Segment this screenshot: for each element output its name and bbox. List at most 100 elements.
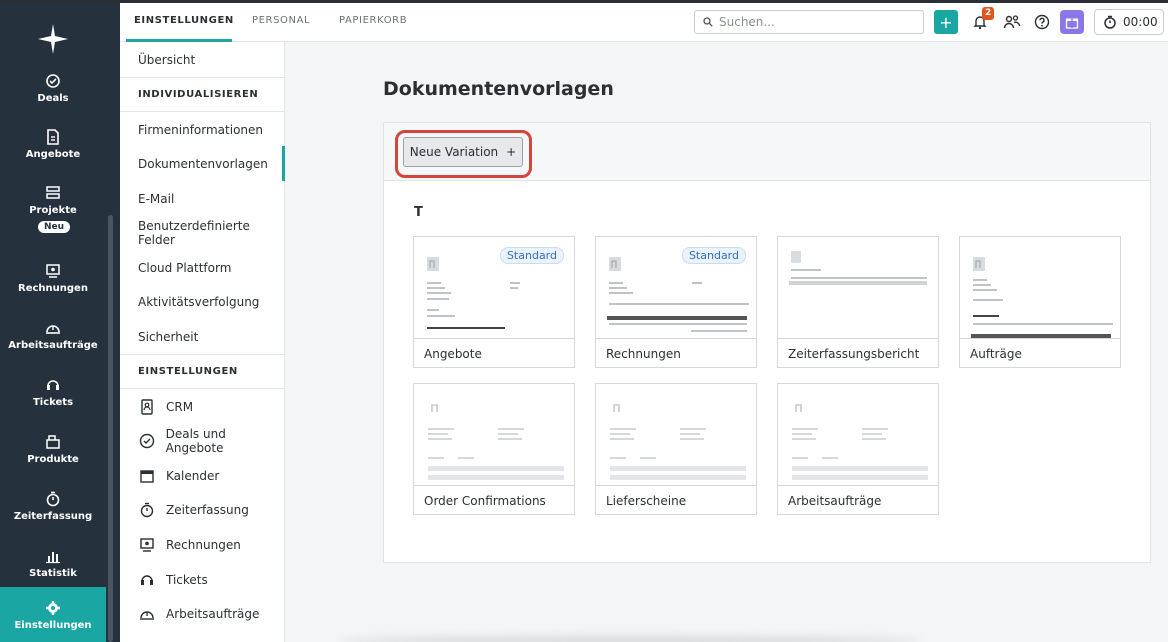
search-box[interactable] — [694, 10, 924, 34]
section-individualisieren: INDIVIDUALISIEREN — [120, 77, 285, 112]
timer-button[interactable]: 00:00 — [1094, 9, 1164, 35]
subnav-item-tickets[interactable]: Tickets — [120, 562, 285, 597]
subnav-item-crm[interactable]: CRM — [120, 389, 285, 424]
subnav-label: Tickets — [166, 572, 208, 587]
subnav-item-deals-und-angebote[interactable]: Deals und Angebote — [120, 423, 285, 458]
template-name: Order Confirmations — [424, 494, 546, 508]
nav-item-arbeitsauftraege[interactable]: Arbeitsaufträge — [0, 309, 106, 361]
document-preview — [960, 237, 1120, 339]
template-card-auftraege[interactable]: Aufträge — [959, 236, 1121, 368]
document-icon — [44, 128, 62, 146]
subnav-item-kalender[interactable]: Kalender — [120, 458, 285, 493]
nav-label: Statistik — [29, 568, 77, 579]
settings-subnav: Übersicht INDIVIDUALISIEREN Firmeninform… — [120, 42, 285, 642]
add-button[interactable]: + — [934, 10, 958, 34]
tab-papierkorb[interactable]: PAPIERKORB — [339, 15, 407, 26]
nav-item-einstellungen[interactable]: Einstellungen — [0, 587, 106, 642]
tab-einstellungen[interactable]: EINSTELLUNGEN — [134, 15, 234, 26]
top-bar: EINSTELLUNGEN PERSONAL PAPIERKORB + 2 00… — [0, 0, 1168, 42]
bottom-shadow — [340, 636, 920, 642]
gear-icon — [44, 599, 62, 617]
hardhat-icon — [138, 605, 156, 623]
subnav-label: Zeiterfassung — [166, 502, 249, 517]
subnav-item-zeiterfassung[interactable]: Zeiterfassung — [120, 492, 285, 527]
tab-personal[interactable]: PERSONAL — [252, 15, 310, 26]
subnav-label: Aktivitätsverfolgung — [138, 294, 260, 309]
template-card-rechnungen[interactable]: Standard Rechnungen — [595, 236, 757, 368]
document-preview — [596, 384, 756, 486]
nav-item-projekte[interactable]: Projekte — [0, 174, 106, 226]
subnav-item-aktivitaetsverfolgung[interactable]: Aktivitätsverfolgung — [120, 284, 285, 319]
template-card-lieferscheine[interactable]: Lieferscheine — [595, 383, 757, 515]
new-variation-button[interactable]: Neue Variation + — [403, 137, 523, 167]
nav-label: Angebote — [25, 149, 81, 160]
nav-item-zeiterfassung[interactable]: Zeiterfassung — [0, 480, 106, 532]
nav-item-deals[interactable]: Deals — [0, 62, 106, 114]
bar-chart-icon — [44, 547, 62, 565]
nav-scrollbar[interactable] — [108, 215, 113, 642]
subnav-item-arbeitsauftraege[interactable]: Arbeitsaufträge — [120, 596, 285, 631]
products-icon — [44, 433, 62, 451]
nav-item-produkte[interactable]: Produkte — [0, 423, 106, 475]
stopwatch-icon — [138, 501, 156, 519]
subnav-item-benutzerdefinierte-felder[interactable]: Benutzerdefinierte Felder — [120, 215, 285, 250]
nav-label: Produkte — [27, 454, 79, 465]
address-book-icon — [138, 398, 156, 416]
subnav-item-dokumentenvorlagen[interactable]: Dokumentenvorlagen — [120, 146, 285, 181]
subnav-item-cloud-plattform[interactable]: Cloud Plattform — [120, 250, 285, 285]
document-preview — [778, 384, 938, 486]
team-button[interactable] — [1000, 10, 1024, 34]
subnav-label: E-Mail — [138, 191, 175, 206]
template-card-arbeitsauftraege[interactable]: Arbeitsaufträge — [777, 383, 939, 515]
users-icon — [1003, 15, 1021, 29]
plus-icon: + — [939, 12, 953, 32]
document-preview — [778, 237, 938, 339]
template-name: Arbeitsaufträge — [788, 494, 882, 508]
hardhat-icon — [44, 319, 62, 337]
nav-item-tickets[interactable]: Tickets — [0, 366, 106, 418]
gift-button[interactable] — [1060, 10, 1084, 34]
subnav-label: CRM — [166, 399, 194, 414]
stopwatch-icon — [44, 490, 62, 508]
deals-icon — [44, 72, 62, 90]
logo-placeholder-icon — [427, 257, 439, 271]
logo-placeholder-icon — [613, 404, 620, 412]
app-logo[interactable] — [36, 22, 70, 56]
template-card-order-confirmations[interactable]: Order Confirmations — [413, 383, 575, 515]
template-card-angebote[interactable]: Standard Angebote — [413, 236, 575, 368]
section-label: INDIVIDUALISIEREN — [138, 89, 259, 100]
subnav-item-sicherheit[interactable]: Sicherheit — [120, 319, 285, 354]
subnav-item-uebersicht[interactable]: Übersicht — [120, 42, 285, 77]
template-card-zeiterfassungsbericht[interactable]: Zeiterfassungsbericht — [777, 236, 939, 368]
subnav-item-email[interactable]: E-Mail — [120, 181, 285, 216]
nav-item-rechnungen[interactable]: Rechnungen — [0, 252, 106, 304]
invoice-icon — [138, 536, 156, 554]
template-name: Rechnungen — [606, 347, 681, 361]
subnav-label: Sicherheit — [138, 329, 199, 344]
nav-item-statistik[interactable]: Statistik — [0, 537, 106, 589]
help-icon — [1034, 14, 1050, 30]
subnav-label: Übersicht — [138, 52, 196, 67]
document-preview: Standard — [414, 237, 574, 339]
subnav-label: Cloud Plattform — [138, 260, 232, 275]
nav-label: Projekte — [29, 205, 77, 216]
projects-icon — [44, 184, 62, 202]
search-input[interactable] — [719, 15, 909, 29]
nav-item-angebote[interactable]: Angebote — [0, 118, 106, 170]
nav-label: Rechnungen — [18, 283, 88, 294]
check-circle-icon — [138, 432, 156, 450]
subnav-label: Rechnungen — [166, 537, 241, 552]
subnav-label: Firmeninformationen — [138, 122, 264, 137]
help-button[interactable] — [1030, 10, 1054, 34]
section-einstellungen: EINSTELLUNGEN — [120, 354, 285, 389]
panel-toolbar: Neue Variation + — [384, 123, 1150, 181]
plus-icon: + — [506, 145, 517, 159]
section-label: EINSTELLUNGEN — [138, 366, 238, 377]
subnav-item-firmeninformationen[interactable]: Firmeninformationen — [120, 112, 285, 147]
templates-panel: Neue Variation + T Standard Angebote Sta… — [383, 122, 1151, 563]
group-label: T — [414, 205, 423, 220]
subnav-label: Deals und Angebote — [165, 426, 226, 455]
subnav-item-rechnungen[interactable]: Rechnungen — [120, 527, 285, 562]
logo-placeholder-icon — [791, 251, 801, 263]
template-name: Aufträge — [970, 347, 1022, 361]
